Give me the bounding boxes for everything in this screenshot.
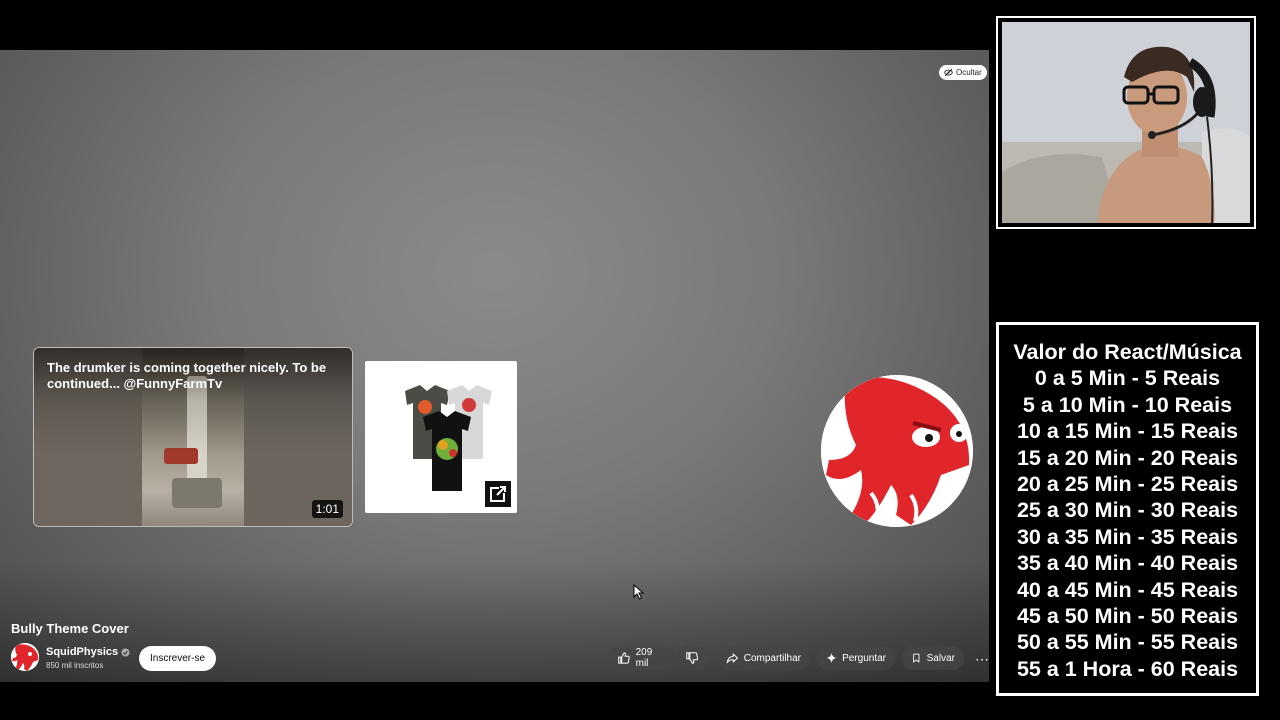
price-list-item: 15 a 20 Min - 20 Reais <box>1016 445 1239 470</box>
bookmark-icon <box>913 653 920 663</box>
endscreen-channel-bubble[interactable] <box>821 375 973 527</box>
external-link-icon <box>485 481 511 507</box>
hide-cards-label: Ocultar <box>956 68 982 77</box>
price-list-item: 20 a 25 Min - 25 Reais <box>1016 472 1239 497</box>
subscriber-count: 850 mil inscritos <box>46 661 104 670</box>
ask-button[interactable]: Perguntar <box>817 646 895 670</box>
price-list-item: 5 a 10 Min - 10 Reais <box>1022 392 1233 417</box>
thumbs-up-icon <box>618 652 630 664</box>
thumbs-down-icon <box>686 652 699 664</box>
price-list-item: 35 a 40 Min - 40 Reais <box>1016 551 1239 576</box>
sparkle-icon <box>826 653 837 663</box>
price-list-item: 45 a 50 Min - 50 Reais <box>1016 604 1239 629</box>
price-list-item: 25 a 30 Min - 30 Reais <box>1016 498 1239 523</box>
price-list-item: 55 a 1 Hora - 60 Reais <box>1016 656 1239 681</box>
squid-logo-icon <box>821 375 973 527</box>
price-list-item: 40 a 45 Min - 45 Reais <box>1016 577 1239 602</box>
share-icon <box>726 653 739 664</box>
verified-icon <box>121 647 130 657</box>
subscribe-button[interactable]: Inscrever-se <box>139 646 217 671</box>
video-duration: 1:01 <box>311 500 343 518</box>
eye-off-icon <box>944 68 953 77</box>
endscreen-video-card[interactable]: The drumker is coming together nicely. T… <box>33 347 353 527</box>
dislike-button[interactable] <box>677 646 709 670</box>
price-list-item: 50 a 55 Min - 55 Reais <box>1016 630 1239 655</box>
like-button[interactable]: 209 mil <box>608 646 676 670</box>
channel-name-row[interactable]: SquidPhysics <box>46 646 130 658</box>
ask-label: Perguntar <box>842 652 886 664</box>
share-button[interactable]: Compartilhar <box>717 646 810 670</box>
endscreen-video-title: The drumker is coming together nicely. T… <box>47 360 327 391</box>
streamer-image <box>1002 22 1250 223</box>
share-label: Compartilhar <box>743 652 801 664</box>
video-title[interactable]: Bully Theme Cover <box>11 621 129 636</box>
like-count: 209 mil <box>635 647 653 669</box>
endscreen-merch-card[interactable] <box>365 361 517 513</box>
price-list-panel: Valor do React/Música 0 a 5 Min - 5 Reai… <box>996 322 1259 696</box>
hide-cards-button[interactable]: Ocultar <box>939 65 987 80</box>
price-list-item: 30 a 35 Min - 35 Reais <box>1016 524 1239 549</box>
webcam-overlay <box>996 16 1256 229</box>
video-info-bar: Bully Theme Cover SquidPhysics 850 mil i… <box>0 610 989 682</box>
channel-name[interactable]: SquidPhysics <box>46 646 118 658</box>
more-actions-button[interactable]: ⋯ <box>975 651 989 668</box>
save-label: Salvar <box>926 652 955 664</box>
squid-avatar-icon <box>11 643 39 671</box>
channel-avatar[interactable] <box>11 643 39 671</box>
price-list-item: 0 a 5 Min - 5 Reais <box>1034 366 1221 391</box>
price-list-title: Valor do React/Música <box>1013 340 1242 364</box>
mouse-cursor-icon <box>633 584 645 600</box>
webcam-feed <box>1002 22 1250 223</box>
price-list-item: 10 a 15 Min - 15 Reais <box>1016 419 1239 444</box>
save-button[interactable]: Salvar <box>902 646 964 670</box>
video-player[interactable]: Ocultar The drumker is coming together n… <box>0 50 989 682</box>
